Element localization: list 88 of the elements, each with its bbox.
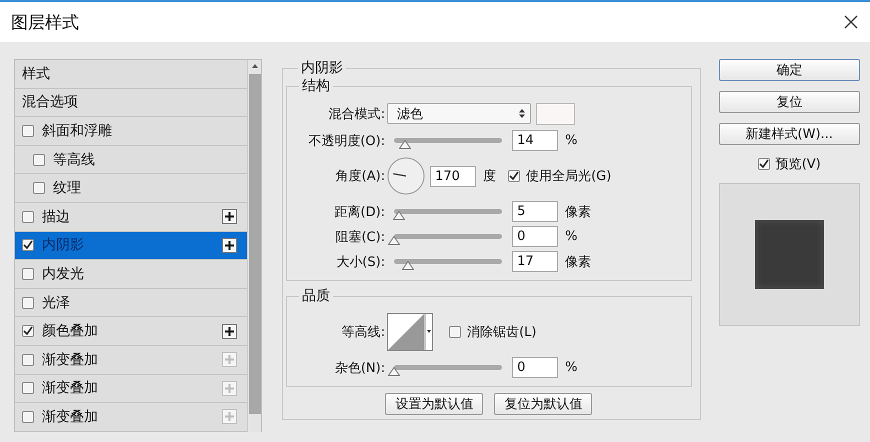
- style-label: 描边: [42, 208, 71, 226]
- style-label: 样式: [22, 64, 51, 83]
- checkbox[interactable]: [22, 410, 34, 423]
- blend-mode-dropdown[interactable]: 滤色: [387, 103, 532, 124]
- plus-icon: [225, 240, 234, 250]
- unit-label: %: [565, 360, 578, 375]
- group-title: 结构: [301, 77, 332, 95]
- slider-thumb[interactable]: [393, 211, 406, 220]
- checkbox-label: 使用全局光(G): [526, 168, 612, 185]
- preview-square: [754, 220, 824, 289]
- field-label: 混合模式:: [328, 106, 386, 122]
- style-label: 内阴影: [42, 236, 85, 254]
- field-label: 杂色(N):: [334, 360, 386, 376]
- checkbox[interactable]: [22, 210, 34, 223]
- plus-icon: [225, 355, 234, 364]
- checkbox[interactable]: [22, 354, 34, 366]
- style-label: 颜色叠加: [42, 322, 99, 340]
- slider-thumb[interactable]: [388, 367, 400, 376]
- value-input[interactable]: 0: [512, 226, 558, 247]
- checkbox[interactable]: [33, 182, 45, 194]
- unit-label: %: [565, 229, 578, 244]
- plus-icon: [225, 412, 234, 422]
- plus-icon: [225, 326, 234, 336]
- add-button[interactable]: [222, 209, 238, 224]
- checkbox[interactable]: [33, 154, 45, 166]
- checkmark-icon: [509, 171, 520, 181]
- style-label: 斜面和浮雕: [42, 122, 113, 140]
- checkbox[interactable]: [449, 326, 462, 338]
- scroll-up-icon[interactable]: [252, 64, 258, 68]
- contour-picker[interactable]: [387, 313, 434, 351]
- checkbox-label: 消除锯齿(L): [467, 324, 536, 341]
- style-label: 渐变叠加: [42, 350, 99, 369]
- checkbox[interactable]: [22, 296, 34, 309]
- style-label: 纹理: [53, 179, 82, 198]
- value-input[interactable]: 5: [512, 201, 558, 222]
- style-label: 混合选项: [22, 93, 79, 112]
- panel-title: 内阴影: [300, 59, 344, 77]
- action-button[interactable]: 确定: [718, 59, 860, 81]
- up-down-arrow-icon: [519, 109, 526, 118]
- slider-thumb[interactable]: [398, 140, 411, 149]
- checkbox[interactable]: [508, 170, 520, 182]
- value-input[interactable]: 0: [512, 357, 558, 378]
- add-button[interactable]: [222, 238, 238, 253]
- close-icon[interactable]: [844, 15, 858, 29]
- checkmark-icon: [23, 240, 33, 250]
- checkmark-icon: [23, 326, 33, 336]
- field-label: 距离(D):: [334, 204, 386, 220]
- action-button[interactable]: 新建样式(W)...: [718, 123, 860, 145]
- plus-icon: [225, 384, 234, 393]
- checkbox[interactable]: [22, 382, 34, 394]
- checkbox[interactable]: [22, 124, 34, 137]
- unit-label: 度: [483, 168, 496, 185]
- group-title: 品质: [301, 287, 332, 305]
- style-label: 渐变叠加: [42, 379, 99, 398]
- field-label: 阻塞(C):: [334, 228, 386, 246]
- field-label: 不透明度(O):: [307, 132, 386, 150]
- field-label: 大小(S):: [335, 254, 386, 270]
- scrollbar[interactable]: [247, 60, 262, 432]
- slider-thumb[interactable]: [402, 261, 414, 270]
- unit-label: %: [565, 133, 578, 148]
- checkbox[interactable]: [22, 325, 34, 338]
- style-list-item[interactable]: 混合选项: [15, 88, 248, 118]
- angle-dial[interactable]: [387, 157, 426, 195]
- field-label: 角度(A):: [334, 168, 386, 185]
- checkmark-icon: [758, 159, 769, 169]
- style-label: 内发光: [42, 264, 85, 283]
- angle-input[interactable]: 170: [430, 166, 476, 186]
- checkbox[interactable]: [22, 239, 34, 252]
- add-button[interactable]: [222, 324, 238, 339]
- slider-thumb[interactable]: [388, 236, 400, 245]
- default-button[interactable]: 设置为默认值: [385, 393, 484, 415]
- value-input[interactable]: 17: [512, 251, 558, 272]
- value-input[interactable]: 14: [512, 130, 558, 151]
- unit-label: 像素: [565, 254, 592, 270]
- style-list-item[interactable]: 渐变叠加: [15, 374, 248, 404]
- style-label: 光泽: [42, 294, 71, 312]
- style-label: 等高线: [53, 150, 96, 169]
- unit-label: 像素: [565, 204, 592, 220]
- color-swatch[interactable]: [536, 102, 576, 124]
- style-label: 渐变叠加: [42, 408, 99, 426]
- plus-icon: [225, 212, 234, 222]
- checkbox[interactable]: [22, 268, 34, 280]
- checkbox-label: 预览(V): [776, 156, 821, 173]
- action-button[interactable]: 复位: [718, 91, 860, 113]
- window-title: 图层样式: [11, 12, 79, 34]
- field-label: 等高线:: [340, 324, 386, 341]
- default-button[interactable]: 复位为默认值: [494, 393, 592, 415]
- checkbox[interactable]: [758, 158, 770, 170]
